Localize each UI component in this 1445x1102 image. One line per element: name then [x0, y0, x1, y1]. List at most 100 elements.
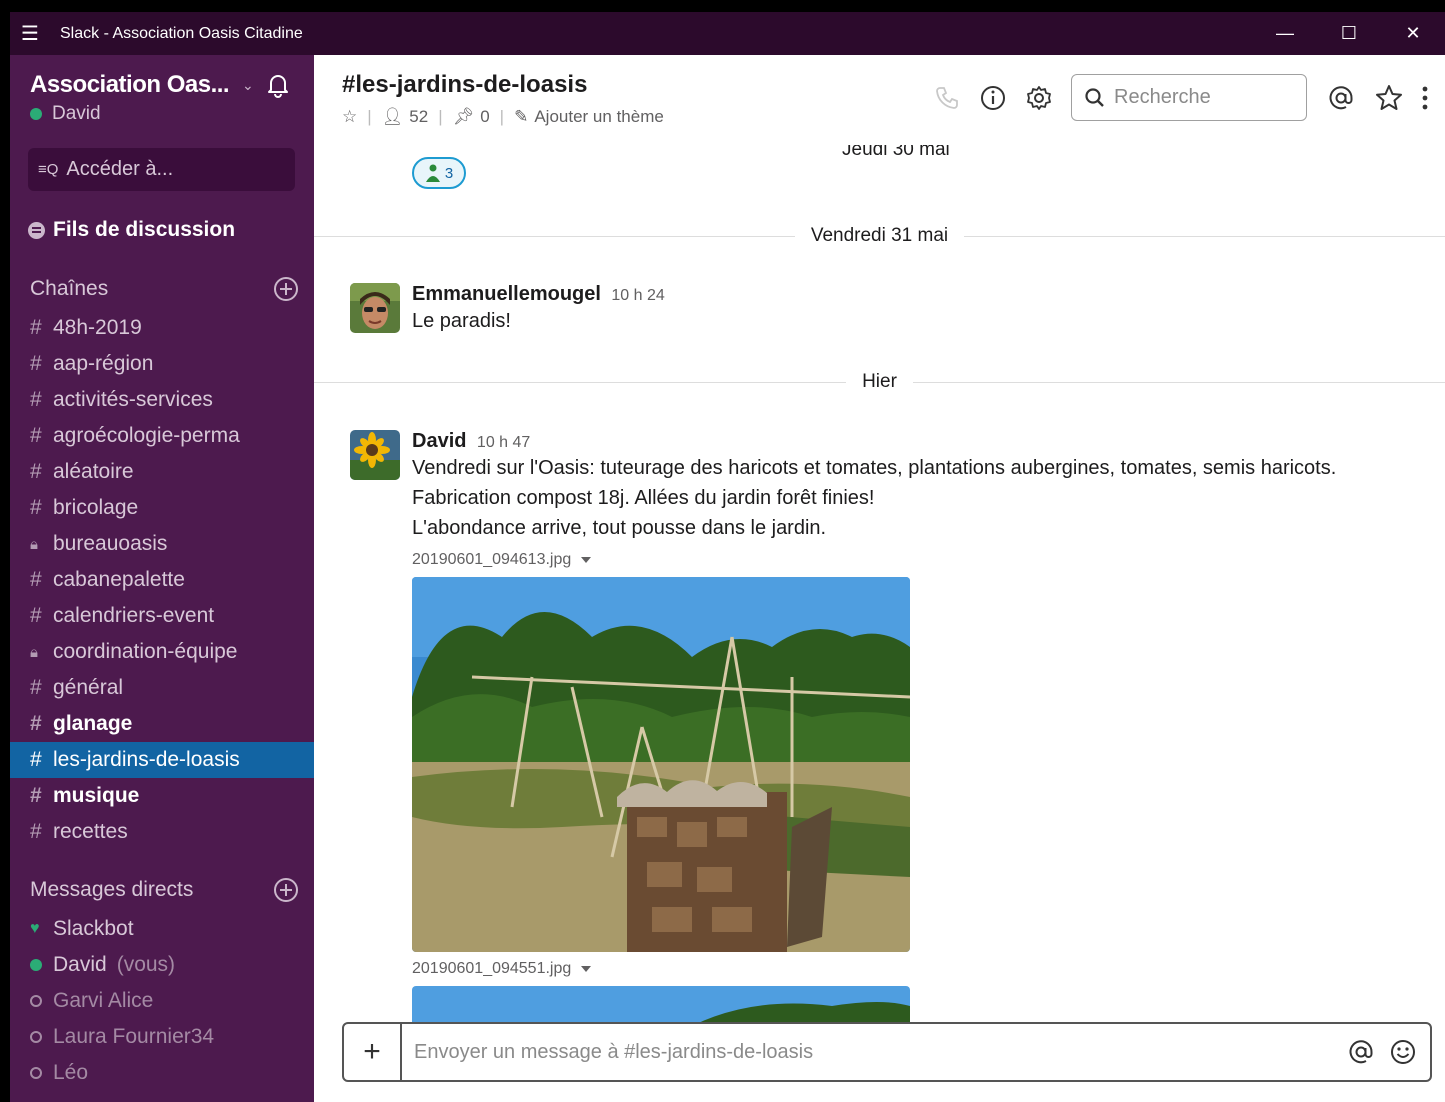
sidebar-channel-item[interactable]: # activités-services — [10, 382, 314, 418]
dm-name: Garvi Alice — [53, 989, 154, 1012]
dm-name: Slackbot — [53, 917, 134, 940]
file-attachment-header[interactable]: 20190601_094613.jpg — [412, 551, 1412, 569]
avatar-image — [350, 283, 400, 333]
message-body: Emmanuellemougel 10 h 24 Le paradis! — [412, 283, 1412, 336]
file-attachment-header[interactable]: 20190601_094551.jpg — [412, 960, 1412, 978]
composer-footer-space — [314, 1085, 1445, 1102]
add-channel-icon[interactable] — [274, 277, 298, 301]
workspace-name[interactable]: Association Oas... — [30, 71, 230, 99]
sidebar-dm-item[interactable]: David (vous) — [10, 947, 314, 983]
garden-photo[interactable] — [412, 986, 910, 1026]
add-dm-icon[interactable] — [274, 878, 298, 902]
threads-link[interactable]: Fils de discussion — [28, 218, 235, 242]
search-box[interactable]: Recherche — [1071, 74, 1307, 121]
more-vertical-icon[interactable] — [1418, 83, 1432, 113]
sidebar-channel-item[interactable]: # aléatoire — [10, 454, 314, 490]
gear-icon[interactable] — [1024, 83, 1054, 113]
sidebar-channel-item[interactable]: # glanage — [10, 706, 314, 742]
hash-icon: # — [30, 496, 42, 519]
dm-label: Messages directs — [30, 878, 194, 901]
offline-status-icon — [30, 1067, 53, 1079]
window-title: Slack - Association Oasis Citadine — [60, 24, 303, 42]
file-name[interactable]: 20190601_094613.jpg — [412, 551, 571, 569]
starred-icon[interactable] — [1374, 83, 1404, 113]
sidebar-dm-item[interactable]: Léo — [10, 1055, 314, 1091]
message-author[interactable]: David — [412, 430, 466, 452]
hash-icon: # — [30, 676, 42, 699]
emoji-icon[interactable] — [1388, 1037, 1418, 1067]
maximize-icon[interactable]: ☐ — [1317, 23, 1381, 44]
caret-down-icon[interactable] — [581, 557, 592, 563]
garden-photo[interactable] — [412, 577, 910, 952]
jump-to-button[interactable]: ≡Q Accéder à... — [28, 148, 295, 191]
reaction-count: 3 — [444, 164, 454, 182]
add-topic-link[interactable]: Ajouter un thème — [534, 107, 663, 127]
channel-name: calendriers-event — [53, 604, 215, 627]
channel-name: glanage — [53, 712, 133, 735]
channel-name: général — [53, 676, 124, 699]
message-timestamp[interactable]: 10 h 47 — [477, 434, 530, 451]
sidebar-channel-item[interactable]: 🔒︎ bureauoasis — [10, 526, 314, 562]
sidebar-channel-item[interactable]: # recettes — [10, 814, 314, 850]
avatar[interactable] — [350, 283, 400, 333]
hamburger-menu-icon[interactable]: ☰ — [10, 21, 50, 46]
channel-name: recettes — [53, 820, 128, 843]
channel-name: bricolage — [53, 496, 139, 519]
bell-icon[interactable] — [264, 71, 292, 99]
phone-icon[interactable] — [932, 83, 962, 113]
garden-photo-image — [412, 986, 910, 1026]
jump-to-label: Accéder à... — [66, 158, 174, 180]
sidebar-channel-item[interactable]: # agroécologie-perma — [10, 418, 314, 454]
chevron-down-icon[interactable]: ⌄ — [242, 77, 254, 94]
info-icon[interactable] — [978, 83, 1008, 113]
sidebar-dm-item[interactable]: Garvi Alice — [10, 983, 314, 1019]
message-text: L'abondance arrive, tout pousse dans le … — [412, 517, 827, 539]
you-label: (vous) — [116, 953, 176, 976]
file-name[interactable]: 20190601_094551.jpg — [412, 960, 571, 978]
sidebar-dm-item[interactable]: ♥ Slackbot — [10, 911, 314, 947]
channel-meta: ☆ | 👤︎ 52 | 📌︎ 0 | ✎ Ajouter un thème — [342, 107, 664, 127]
close-icon[interactable]: ✕ — [1381, 23, 1445, 44]
sidebar-channel-item[interactable]: # aap-région — [10, 346, 314, 382]
message-input[interactable] — [402, 1024, 1346, 1080]
sidebar-channel-item[interactable]: #48h-2019 — [10, 310, 314, 346]
channel-name: agroécologie-perma — [53, 424, 240, 447]
channels-section-header[interactable]: Chaînes — [30, 277, 298, 301]
mention-icon[interactable] — [1346, 1037, 1376, 1067]
sidebar-channel-item[interactable]: # général — [10, 670, 314, 706]
sidebar-dm-item[interactable]: Laura Fournier34 — [10, 1019, 314, 1055]
members-icon[interactable]: 👤︎ — [382, 107, 404, 127]
dm-name: Laura Fournier34 — [53, 1025, 215, 1048]
current-user[interactable]: David — [30, 103, 101, 125]
message-author[interactable]: Emmanuellemougel — [412, 283, 601, 305]
dm-section-header[interactable]: Messages directs — [30, 878, 298, 902]
message-body: David 10 h 47 Vendredi sur l'Oasis: tute… — [412, 430, 1412, 1026]
message-timestamp[interactable]: 10 h 24 — [611, 287, 664, 304]
date-divider: Hier — [314, 371, 1445, 393]
caret-down-icon[interactable] — [581, 966, 592, 972]
sidebar-channel-item[interactable]: # les-jardins-de-loasis — [10, 742, 314, 778]
search-icon — [1085, 87, 1104, 107]
lock-icon: 🔒︎ — [30, 535, 38, 553]
channel-title[interactable]: #les-jardins-de-loasis — [342, 71, 587, 99]
pin-icon[interactable]: 📌︎ — [453, 107, 475, 127]
member-count[interactable]: 52 — [409, 107, 428, 127]
mentions-icon[interactable] — [1326, 83, 1356, 113]
hash-icon: # — [30, 820, 42, 843]
add-attachment-button[interactable]: + — [344, 1024, 402, 1080]
message-composer: + — [342, 1022, 1432, 1082]
minimize-icon[interactable]: — — [1253, 23, 1317, 44]
channel-name: musique — [53, 784, 140, 807]
sidebar-channel-item[interactable]: 🔒︎ coordination-équipe — [10, 634, 314, 670]
star-icon[interactable]: ☆ — [342, 107, 357, 127]
avatar[interactable] — [350, 430, 400, 480]
pencil-icon[interactable]: ✎ — [514, 107, 528, 127]
sidebar-channel-item[interactable]: # cabanepalette — [10, 562, 314, 598]
pin-count[interactable]: 0 — [480, 107, 489, 127]
message-item: David 10 h 47 Vendredi sur l'Oasis: tute… — [350, 430, 1410, 1050]
sidebar-channel-item[interactable]: # musique — [10, 778, 314, 814]
message-text: Fabrication compost 18j. Allées du jardi… — [412, 487, 875, 509]
reaction-badge[interactable]: 3 — [412, 157, 466, 189]
sidebar-channel-item[interactable]: # calendriers-event — [10, 598, 314, 634]
sidebar-channel-item[interactable]: # bricolage — [10, 490, 314, 526]
